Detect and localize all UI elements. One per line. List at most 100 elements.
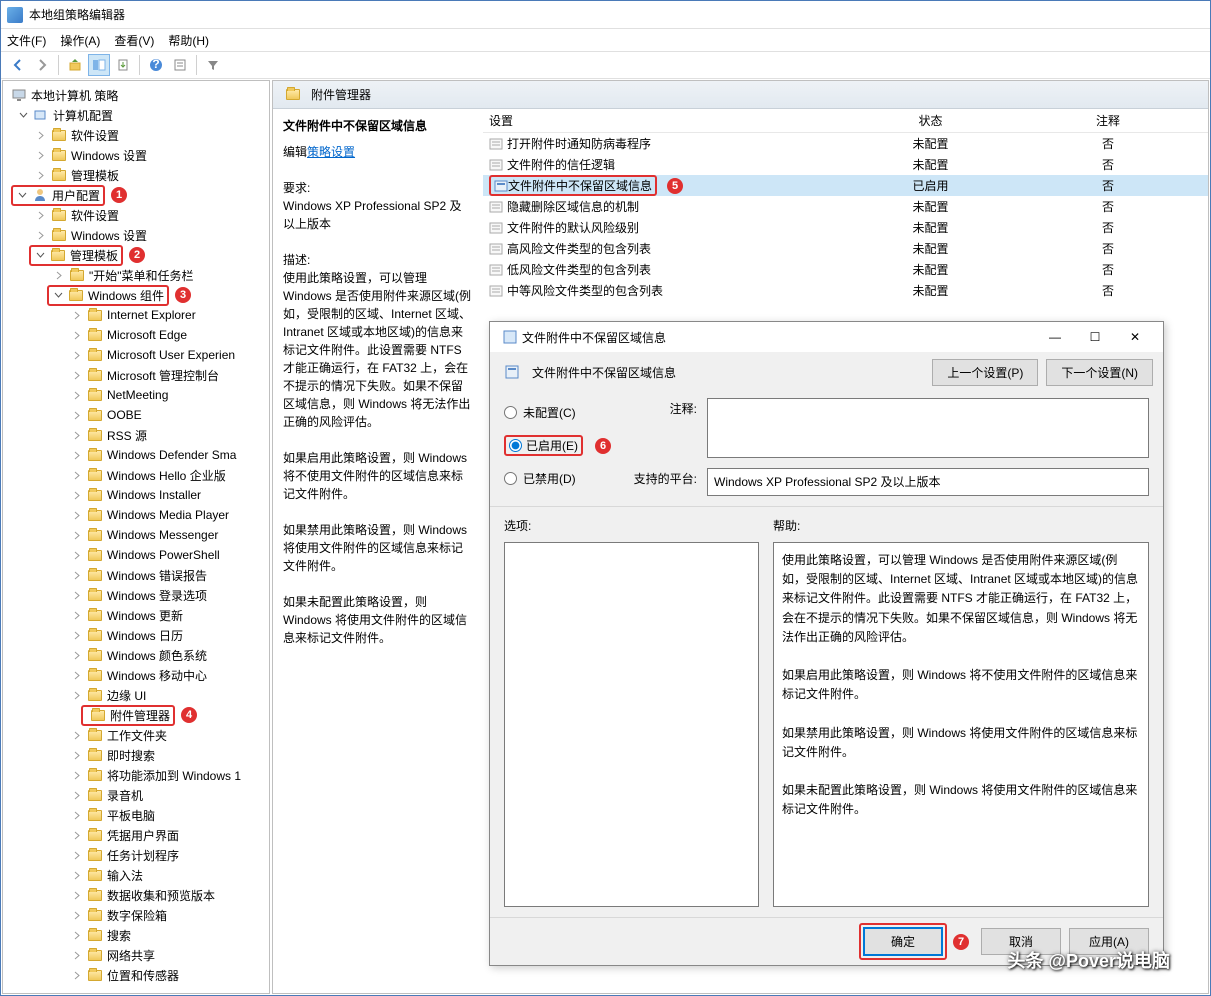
settings-row[interactable]: 高风险文件类型的包含列表未配置否 xyxy=(483,238,1208,259)
tree-item[interactable]: Windows Messenger xyxy=(3,525,269,545)
menu-action[interactable]: 操作(A) xyxy=(60,32,100,49)
chevron-right-icon[interactable] xyxy=(71,369,83,381)
tree-item[interactable]: 任务计划程序 xyxy=(3,845,269,865)
chevron-right-icon[interactable] xyxy=(71,529,83,541)
tree-item[interactable]: Windows Installer xyxy=(3,485,269,505)
chevron-right-icon[interactable] xyxy=(71,629,83,641)
tree-item[interactable]: 数字保险箱 xyxy=(3,905,269,925)
chevron-right-icon[interactable] xyxy=(71,749,83,761)
edit-policy-link[interactable]: 策略设置 xyxy=(307,145,355,159)
tree-root[interactable]: 本地计算机 策略 xyxy=(3,85,269,105)
chevron-down-icon[interactable] xyxy=(34,249,46,261)
chevron-right-icon[interactable] xyxy=(71,969,83,981)
tree-item[interactable]: Windows 更新 xyxy=(3,605,269,625)
tree-item[interactable]: 搜索 xyxy=(3,925,269,945)
chevron-right-icon[interactable] xyxy=(35,149,47,161)
chevron-right-icon[interactable] xyxy=(71,789,83,801)
show-hide-tree-button[interactable] xyxy=(88,54,110,76)
radio-enabled[interactable]: 已启用(E)6 xyxy=(504,435,611,456)
tree-computer-config[interactable]: 计算机配置 xyxy=(3,105,269,125)
settings-row[interactable]: 文件附件中不保留区域信息5已启用否 xyxy=(483,175,1208,196)
tree-item[interactable]: 即时搜索 xyxy=(3,745,269,765)
tree-item[interactable]: 网络共享 xyxy=(3,945,269,965)
tree-item[interactable]: Windows 错误报告 xyxy=(3,565,269,585)
tree-item[interactable]: "开始"菜单和任务栏 xyxy=(3,265,269,285)
radio-disabled[interactable]: 已禁用(D) xyxy=(504,470,611,487)
chevron-right-icon[interactable] xyxy=(71,909,83,921)
chevron-right-icon[interactable] xyxy=(71,429,83,441)
chevron-right-icon[interactable] xyxy=(71,829,83,841)
chevron-right-icon[interactable] xyxy=(71,609,83,621)
chevron-right-icon[interactable] xyxy=(35,169,47,181)
tree-item[interactable]: 数据收集和预览版本 xyxy=(3,885,269,905)
next-setting-button[interactable]: 下一个设置(N) xyxy=(1046,359,1153,386)
comment-textarea[interactable] xyxy=(707,398,1149,458)
menu-file[interactable]: 文件(F) xyxy=(7,32,46,49)
chevron-right-icon[interactable] xyxy=(35,129,47,141)
chevron-right-icon[interactable] xyxy=(71,509,83,521)
tree-item[interactable]: Windows 设置 xyxy=(3,145,269,165)
apply-button[interactable]: 应用(A) xyxy=(1069,928,1149,955)
tree-item[interactable]: 软件设置 xyxy=(3,205,269,225)
tree-item[interactable]: 位置和传感器 xyxy=(3,965,269,985)
help-button[interactable]: ? xyxy=(145,54,167,76)
chevron-right-icon[interactable] xyxy=(71,449,83,461)
dialog-titlebar[interactable]: 文件附件中不保留区域信息 — ☐ ✕ xyxy=(490,322,1163,352)
settings-row[interactable]: 中等风险文件类型的包含列表未配置否 xyxy=(483,280,1208,301)
tree-item[interactable]: Internet Explorer xyxy=(3,305,269,325)
tree-item[interactable]: Microsoft User Experien xyxy=(3,345,269,365)
settings-row[interactable]: 隐藏删除区域信息的机制未配置否 xyxy=(483,196,1208,217)
tree-admin-templates[interactable]: 管理模板2 xyxy=(3,245,269,265)
menu-view[interactable]: 查看(V) xyxy=(114,32,154,49)
tree-item[interactable]: 录音机 xyxy=(3,785,269,805)
tree-item[interactable]: 输入法 xyxy=(3,865,269,885)
chevron-right-icon[interactable] xyxy=(71,809,83,821)
tree-item[interactable]: Windows Defender Sma xyxy=(3,445,269,465)
tree-item[interactable]: 管理模板 xyxy=(3,165,269,185)
chevron-right-icon[interactable] xyxy=(71,869,83,881)
cancel-button[interactable]: 取消 xyxy=(981,928,1061,955)
chevron-down-icon[interactable] xyxy=(52,289,64,301)
tree-item[interactable]: Windows Media Player xyxy=(3,505,269,525)
forward-button[interactable] xyxy=(31,54,53,76)
chevron-right-icon[interactable] xyxy=(35,229,47,241)
tree-item[interactable]: Windows 日历 xyxy=(3,625,269,645)
chevron-right-icon[interactable] xyxy=(71,489,83,501)
col-status[interactable]: 状态 xyxy=(853,112,1008,129)
tree-item[interactable]: Windows Hello 企业版 xyxy=(3,465,269,485)
settings-row[interactable]: 低风险文件类型的包含列表未配置否 xyxy=(483,259,1208,280)
minimize-button[interactable]: — xyxy=(1035,324,1075,350)
chevron-right-icon[interactable] xyxy=(71,729,83,741)
tree-item[interactable]: 边缘 UI xyxy=(3,685,269,705)
options-box[interactable] xyxy=(504,542,759,907)
chevron-right-icon[interactable] xyxy=(71,689,83,701)
chevron-right-icon[interactable] xyxy=(71,649,83,661)
tree-item[interactable]: OOBE xyxy=(3,405,269,425)
tree-item[interactable]: Windows 颜色系统 xyxy=(3,645,269,665)
chevron-right-icon[interactable] xyxy=(71,949,83,961)
chevron-right-icon[interactable] xyxy=(71,549,83,561)
tree-windows-components[interactable]: Windows 组件3 xyxy=(3,285,269,305)
tree-user-config[interactable]: 用户配置1 xyxy=(3,185,269,205)
tree-item[interactable]: 平板电脑 xyxy=(3,805,269,825)
ok-button[interactable]: 确定 xyxy=(863,927,943,956)
chevron-down-icon[interactable] xyxy=(16,189,28,201)
tree-item[interactable]: Windows 移动中心 xyxy=(3,665,269,685)
tree-item[interactable]: NetMeeting xyxy=(3,385,269,405)
tree-item[interactable]: Microsoft 管理控制台 xyxy=(3,365,269,385)
tree-item[interactable]: Microsoft Edge xyxy=(3,325,269,345)
chevron-right-icon[interactable] xyxy=(71,849,83,861)
chevron-right-icon[interactable] xyxy=(35,209,47,221)
chevron-right-icon[interactable] xyxy=(71,889,83,901)
chevron-right-icon[interactable] xyxy=(71,409,83,421)
col-setting[interactable]: 设置 xyxy=(483,112,853,129)
tree-item[interactable]: 软件设置 xyxy=(3,125,269,145)
tree-item[interactable]: 凭据用户界面 xyxy=(3,825,269,845)
tree-item[interactable]: Windows 设置 xyxy=(3,225,269,245)
properties-button[interactable] xyxy=(169,54,191,76)
prev-setting-button[interactable]: 上一个设置(P) xyxy=(932,359,1038,386)
chevron-right-icon[interactable] xyxy=(53,269,65,281)
tree-item[interactable]: 附件管理器4 xyxy=(3,705,269,725)
tree-item[interactable]: RSS 源 xyxy=(3,425,269,445)
chevron-right-icon[interactable] xyxy=(71,389,83,401)
